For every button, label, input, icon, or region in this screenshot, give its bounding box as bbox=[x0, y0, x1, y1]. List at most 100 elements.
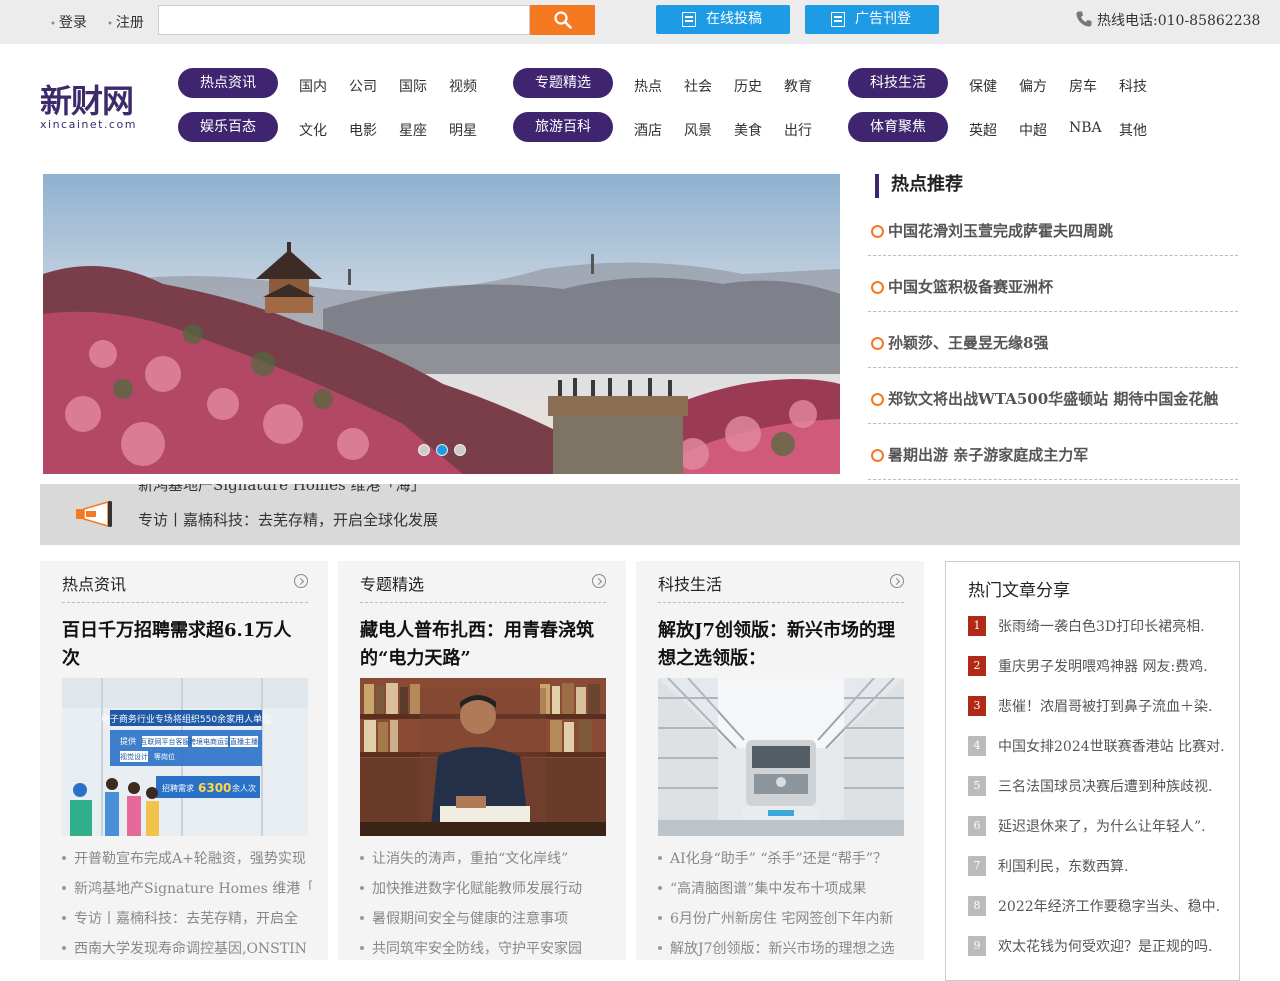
rank-item[interactable]: 2 重庆男子发明喂鸡神器 网友:费鸡. bbox=[968, 656, 1233, 676]
notice-prev-text[interactable]: 新鸿基地产Signature Homes 维港「海」 bbox=[138, 484, 425, 495]
notice-bar: 新鸿基地产Signature Homes 维港「海」 专访丨嘉楠科技：去芜存精，… bbox=[40, 484, 1240, 545]
nav-pill-tech-life[interactable]: 科技生活 bbox=[848, 68, 948, 98]
rank-item[interactable]: 6 延迟退休来了，为什么让年轻人”. bbox=[968, 816, 1233, 836]
list-item[interactable]: 加快推进数字化赋能教师发展行动 bbox=[360, 874, 610, 904]
hot-item[interactable]: 中国女篮积极备赛亚洲杯 bbox=[868, 276, 1238, 312]
list-item-text: 共同筑牢安全防线，守护平安家园 bbox=[372, 941, 582, 957]
list-item[interactable]: 6月份广州新房住 宅网签创下年内新 bbox=[658, 904, 908, 934]
banner-slide-image[interactable] bbox=[43, 174, 840, 474]
register-label: 注册 bbox=[115, 15, 144, 31]
nav-pill-hot-news[interactable]: 热点资讯 bbox=[178, 68, 278, 98]
hotline: 热线电话:010-85862238 bbox=[1075, 10, 1260, 30]
rank-item[interactable]: 1 张雨绮一袭白色3D打印长裙亮相. bbox=[968, 616, 1233, 636]
more-arrow-icon[interactable] bbox=[294, 574, 308, 588]
login-link[interactable]: • 登录 bbox=[50, 12, 87, 32]
img-text-3: 互联网平台客服 bbox=[141, 737, 190, 746]
rank-item[interactable]: 7 利国利民，东数西算. bbox=[968, 856, 1233, 876]
login-label: 登录 bbox=[58, 15, 87, 31]
nav-link-domestic[interactable]: 国内 bbox=[299, 76, 327, 96]
hot-item[interactable]: 中国花滑刘玉萱完成萨霍夫四周跳 bbox=[868, 220, 1238, 256]
list-item[interactable]: 专访丨嘉楠科技：去芜存精，开启全 bbox=[62, 904, 312, 934]
hot-articles-panel: 热门文章分享 1 张雨绮一袭白色3D打印长裙亮相. 2 重庆男子发明喂鸡神器 网友:… bbox=[945, 561, 1240, 981]
column-lead-headline[interactable]: 解放J7创领版：新兴市场的理想之选领版： bbox=[658, 617, 904, 673]
column-lead-headline[interactable]: 藏电人普布扎西：用青春浇筑的“电力天路” bbox=[360, 617, 606, 673]
rank-item[interactable]: 5 三名法国球员决赛后遭到种族歧视. bbox=[968, 776, 1233, 796]
list-item-text: 6月份广州新房住 宅网签创下年内新 bbox=[670, 911, 894, 927]
rank-item[interactable]: 8 2022年经济工作要稳字当头、稳中. bbox=[968, 896, 1233, 916]
list-item[interactable]: 让消失的涛声，重拍“文化岸线” bbox=[360, 844, 610, 874]
search-input[interactable] bbox=[158, 5, 530, 35]
img-text-4: 跨境电商运营 bbox=[189, 737, 231, 746]
list-item-text: 新鸿基地产Signature Homes 维港「海 bbox=[74, 881, 312, 897]
nav-link-csl[interactable]: 中超 bbox=[1019, 120, 1047, 140]
submit-article-button[interactable]: 在线投稿 bbox=[656, 5, 790, 34]
nav-pill-travel[interactable]: 旅游百科 bbox=[513, 112, 613, 142]
notice-current-text[interactable]: 专访丨嘉楠科技：去芜存精，开启全球化发展 bbox=[138, 509, 438, 530]
nav-link-house-car[interactable]: 房车 bbox=[1069, 76, 1097, 96]
rank-item-text: 重庆男子发明喂鸡神器 网友:费鸡. bbox=[998, 659, 1208, 675]
img-text-7: 等岗位 bbox=[154, 752, 175, 761]
slider-dot-1[interactable] bbox=[418, 444, 430, 456]
nav-link-international[interactable]: 国际 bbox=[399, 76, 427, 96]
nav-link-company[interactable]: 公司 bbox=[349, 76, 377, 96]
nav-link-remedy[interactable]: 偏方 bbox=[1019, 76, 1047, 96]
column-lead-image[interactable] bbox=[360, 678, 606, 836]
megaphone-icon bbox=[76, 501, 112, 527]
nav-pill-entertainment[interactable]: 娱乐百态 bbox=[178, 112, 278, 142]
img-text-10: 余人次 bbox=[232, 783, 256, 793]
column-lead-headline[interactable]: 百日千万招聘需求超6.1万人次 bbox=[62, 617, 308, 673]
rank-item[interactable]: 4 中国女排2024世联赛香港站 比赛对. bbox=[968, 736, 1233, 756]
site-logo[interactable]: 新财网 xincainet.com bbox=[40, 84, 137, 131]
nav-pill-sports[interactable]: 体育聚焦 bbox=[848, 112, 948, 142]
rank-item[interactable]: 9 欢太花钱为何受欢迎？是正规的吗. bbox=[968, 936, 1233, 956]
column-lead-image[interactable]: 电子商务行业专场将组织550余家用人单位 提供 互联网平台客服 跨境电商运营 直… bbox=[62, 678, 308, 836]
nav-link-travel-out[interactable]: 出行 bbox=[784, 120, 812, 140]
list-item[interactable]: “高清脑图谱”集中发布十项成果 bbox=[658, 874, 908, 904]
ad-button[interactable]: 广告刊登 bbox=[805, 5, 939, 34]
column-title: 科技生活 bbox=[658, 575, 723, 594]
more-arrow-icon[interactable] bbox=[890, 574, 904, 588]
nav-pill-topics[interactable]: 专题精选 bbox=[513, 68, 613, 98]
rank-number: 6 bbox=[968, 816, 986, 836]
list-item[interactable]: 暑假期间安全与健康的注意事项 bbox=[360, 904, 610, 934]
slider-dot-2[interactable] bbox=[436, 444, 448, 456]
hot-item[interactable]: 郑钦文将出战WTA500华盛顿站 期待中国金花触 bbox=[868, 388, 1238, 424]
nav-link-tech[interactable]: 科技 bbox=[1119, 76, 1147, 96]
nav-link-society[interactable]: 社会 bbox=[684, 76, 712, 96]
nav-link-health[interactable]: 保健 bbox=[969, 76, 997, 96]
nav-link-food[interactable]: 美食 bbox=[734, 120, 762, 140]
rank-item-text: 利国利民，东数西算. bbox=[998, 859, 1129, 875]
nav-link-video[interactable]: 视频 bbox=[449, 76, 477, 96]
hot-item-text: 孙颖莎、王曼昱无缘8强 bbox=[888, 334, 1049, 352]
rank-number: 7 bbox=[968, 856, 986, 876]
nav-link-culture[interactable]: 文化 bbox=[299, 120, 327, 140]
nav-link-nba[interactable]: NBA bbox=[1069, 120, 1102, 136]
hot-item[interactable]: 暑期出游 亲子游家庭成主力军 bbox=[868, 444, 1238, 480]
top-bar: • 登录 • 注册 在线投稿 广告刊登 热线电话:010-85862238 bbox=[0, 0, 1280, 44]
nav-link-premier-league[interactable]: 英超 bbox=[969, 120, 997, 140]
nav-link-horoscope[interactable]: 星座 bbox=[399, 120, 427, 140]
register-link[interactable]: • 注册 bbox=[107, 12, 144, 32]
nav-link-hotel[interactable]: 酒店 bbox=[634, 120, 662, 140]
nav-link-hotspot[interactable]: 热点 bbox=[634, 76, 662, 96]
search-button[interactable] bbox=[530, 5, 595, 35]
list-item[interactable]: AI化身“助手” “杀手”还是“帮手”？ bbox=[658, 844, 908, 874]
rank-number: 2 bbox=[968, 656, 986, 676]
list-item-text: 加快推进数字化赋能教师发展行动 bbox=[372, 881, 582, 897]
nav-link-history[interactable]: 历史 bbox=[734, 76, 762, 96]
hot-item[interactable]: 孙颖莎、王曼昱无缘8强 bbox=[868, 332, 1238, 368]
slider-dot-3[interactable] bbox=[454, 444, 466, 456]
nav-link-education[interactable]: 教育 bbox=[784, 76, 812, 96]
list-item[interactable]: 开普勒宣布完成A+轮融资，强势实现 bbox=[62, 844, 312, 874]
nav-link-scenery[interactable]: 风景 bbox=[684, 120, 712, 140]
column-lead-image[interactable] bbox=[658, 678, 904, 836]
more-arrow-icon[interactable] bbox=[592, 574, 606, 588]
img-text-8: 招聘需求 bbox=[162, 783, 194, 793]
nav-link-stars[interactable]: 明星 bbox=[449, 120, 477, 140]
list-item[interactable]: 新鸿基地产Signature Homes 维港「海 bbox=[62, 874, 312, 904]
bullet-icon: • bbox=[107, 19, 113, 30]
circle-bullet-icon bbox=[871, 225, 884, 238]
nav-link-movie[interactable]: 电影 bbox=[349, 120, 377, 140]
rank-item[interactable]: 3 悲催！浓眉哥被打到鼻子流血＋染. bbox=[968, 696, 1233, 716]
nav-link-other[interactable]: 其他 bbox=[1119, 120, 1147, 140]
